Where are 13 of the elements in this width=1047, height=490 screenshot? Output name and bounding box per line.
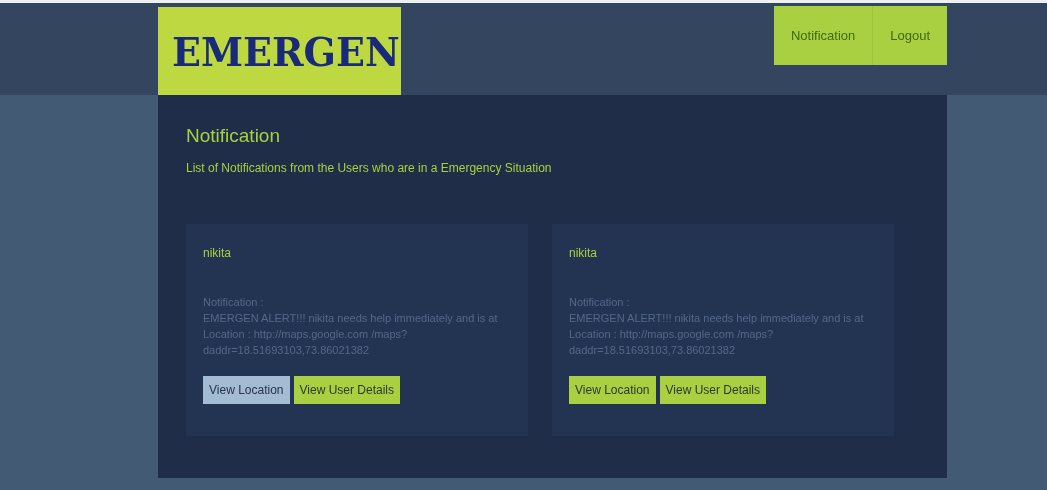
page-title: Notification: [186, 125, 281, 147]
view-location-button[interactable]: View Location: [569, 376, 656, 404]
nav-link[interactable]: Notification: [773, 6, 874, 65]
page-subtitle: List of Notifications from the Users who are in a Emergency Situation: [186, 161, 553, 175]
nav-link[interactable]: Logout: [873, 6, 947, 65]
user-name: nikita: [569, 246, 598, 260]
notification-label: Notification :: [569, 295, 631, 310]
view-details-button[interactable]: View User Details: [659, 376, 766, 404]
view-location-button[interactable]: View Location: [203, 376, 290, 404]
view-details-button[interactable]: View User Details: [293, 376, 400, 404]
notification-label: Notification :: [203, 295, 265, 310]
logo-text: EMERGEN: [172, 27, 400, 75]
user-name: nikita: [203, 246, 232, 260]
